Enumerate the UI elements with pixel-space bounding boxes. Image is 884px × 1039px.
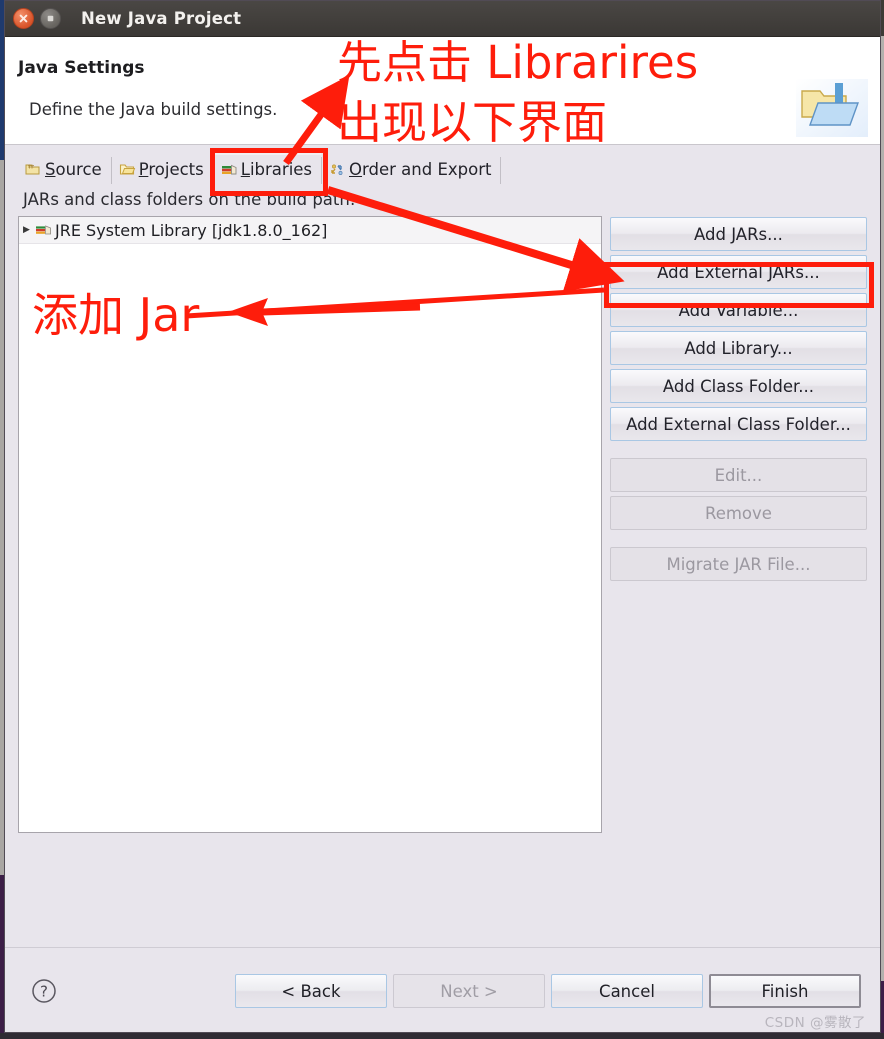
annotation-line-2: 出现以下界面 <box>337 96 608 149</box>
add-class-folder-button[interactable]: Add Class Folder... <box>609 369 867 403</box>
window-titlebar: New Java Project <box>5 1 880 37</box>
help-question-icon[interactable]: ? <box>31 978 57 1004</box>
tab-projects-label: Projects <box>139 160 204 179</box>
highlight-box-add-external-jars <box>604 262 874 308</box>
close-glyph <box>19 14 28 23</box>
libraries-books-icon <box>36 225 51 235</box>
tab-projects-mnemonic: P <box>138 160 149 179</box>
desktop-edge-bottom <box>0 1033 884 1039</box>
edit-button[interactable]: Edit... <box>609 458 867 492</box>
remove-button[interactable]: Remove <box>609 496 867 530</box>
window-title: New Java Project <box>81 9 242 28</box>
next-button[interactable]: Next > <box>393 974 545 1008</box>
watermark: CSDN @雾散了 <box>764 1015 866 1031</box>
tab-order-export-label: Order and Export <box>349 160 491 179</box>
add-jars-button[interactable]: Add JARs... <box>609 217 867 251</box>
tab-projects[interactable]: Projects <box>112 157 214 184</box>
svg-text:?: ? <box>40 983 48 1001</box>
tab-source[interactable]: Source <box>18 157 112 184</box>
tab-source-label: Source <box>45 160 102 179</box>
dialog-footer: ? < Back Next > Cancel Finish <box>5 948 880 1032</box>
cancel-button[interactable]: Cancel <box>551 974 703 1008</box>
tab-projects-rest: rojects <box>148 160 204 179</box>
wizard-nav-buttons: < Back Next > Cancel Finish <box>235 974 861 1008</box>
maximize-glyph <box>47 15 54 22</box>
tab-order-and-export[interactable]: Order and Export <box>322 157 502 184</box>
tab-source-mnemonic: S <box>45 160 56 179</box>
page-description: Define the Java build settings. <box>29 100 278 119</box>
highlight-box-libraries-tab <box>210 148 328 196</box>
annotation-line-3: 添加 Jar <box>32 288 200 342</box>
maximize-icon[interactable] <box>40 8 61 29</box>
collapsed-arrow-icon[interactable]: ▶ <box>23 225 33 235</box>
back-button[interactable]: < Back <box>235 974 387 1008</box>
migrate-jar-file-button[interactable]: Migrate JAR File... <box>609 547 867 581</box>
order-export-icon <box>331 164 343 175</box>
projects-folder-icon <box>119 164 135 175</box>
source-folder-icon <box>25 164 40 175</box>
tab-order-export-mnemonic: O <box>349 160 363 179</box>
new-java-project-dialog: New Java Project Java Settings Define th… <box>4 0 881 1033</box>
java-project-folder-icon <box>796 79 868 137</box>
tree-item-label: JRE System Library [jdk1.8.0_162] <box>55 220 328 240</box>
page-title: Java Settings <box>18 58 145 78</box>
tab-order-export-rest: rder and Export <box>362 160 492 179</box>
button-group-spacer-2 <box>610 534 867 543</box>
finish-button[interactable]: Finish <box>709 974 861 1008</box>
add-library-button[interactable]: Add Library... <box>609 331 867 365</box>
add-external-class-folder-button[interactable]: Add External Class Folder... <box>609 407 867 441</box>
list-item[interactable]: ▶ JRE System Library [jdk1.8.0_162] <box>19 217 601 244</box>
close-icon[interactable] <box>13 8 34 29</box>
tab-source-rest: ource <box>55 160 102 179</box>
tab-bar: Source Projects Libraries Order and Expo… <box>5 149 880 184</box>
annotation-line-1: 先点击 Librarires <box>337 36 699 89</box>
button-group-spacer <box>610 445 867 454</box>
build-path-label: JARs and class folders on the build path… <box>23 190 356 209</box>
